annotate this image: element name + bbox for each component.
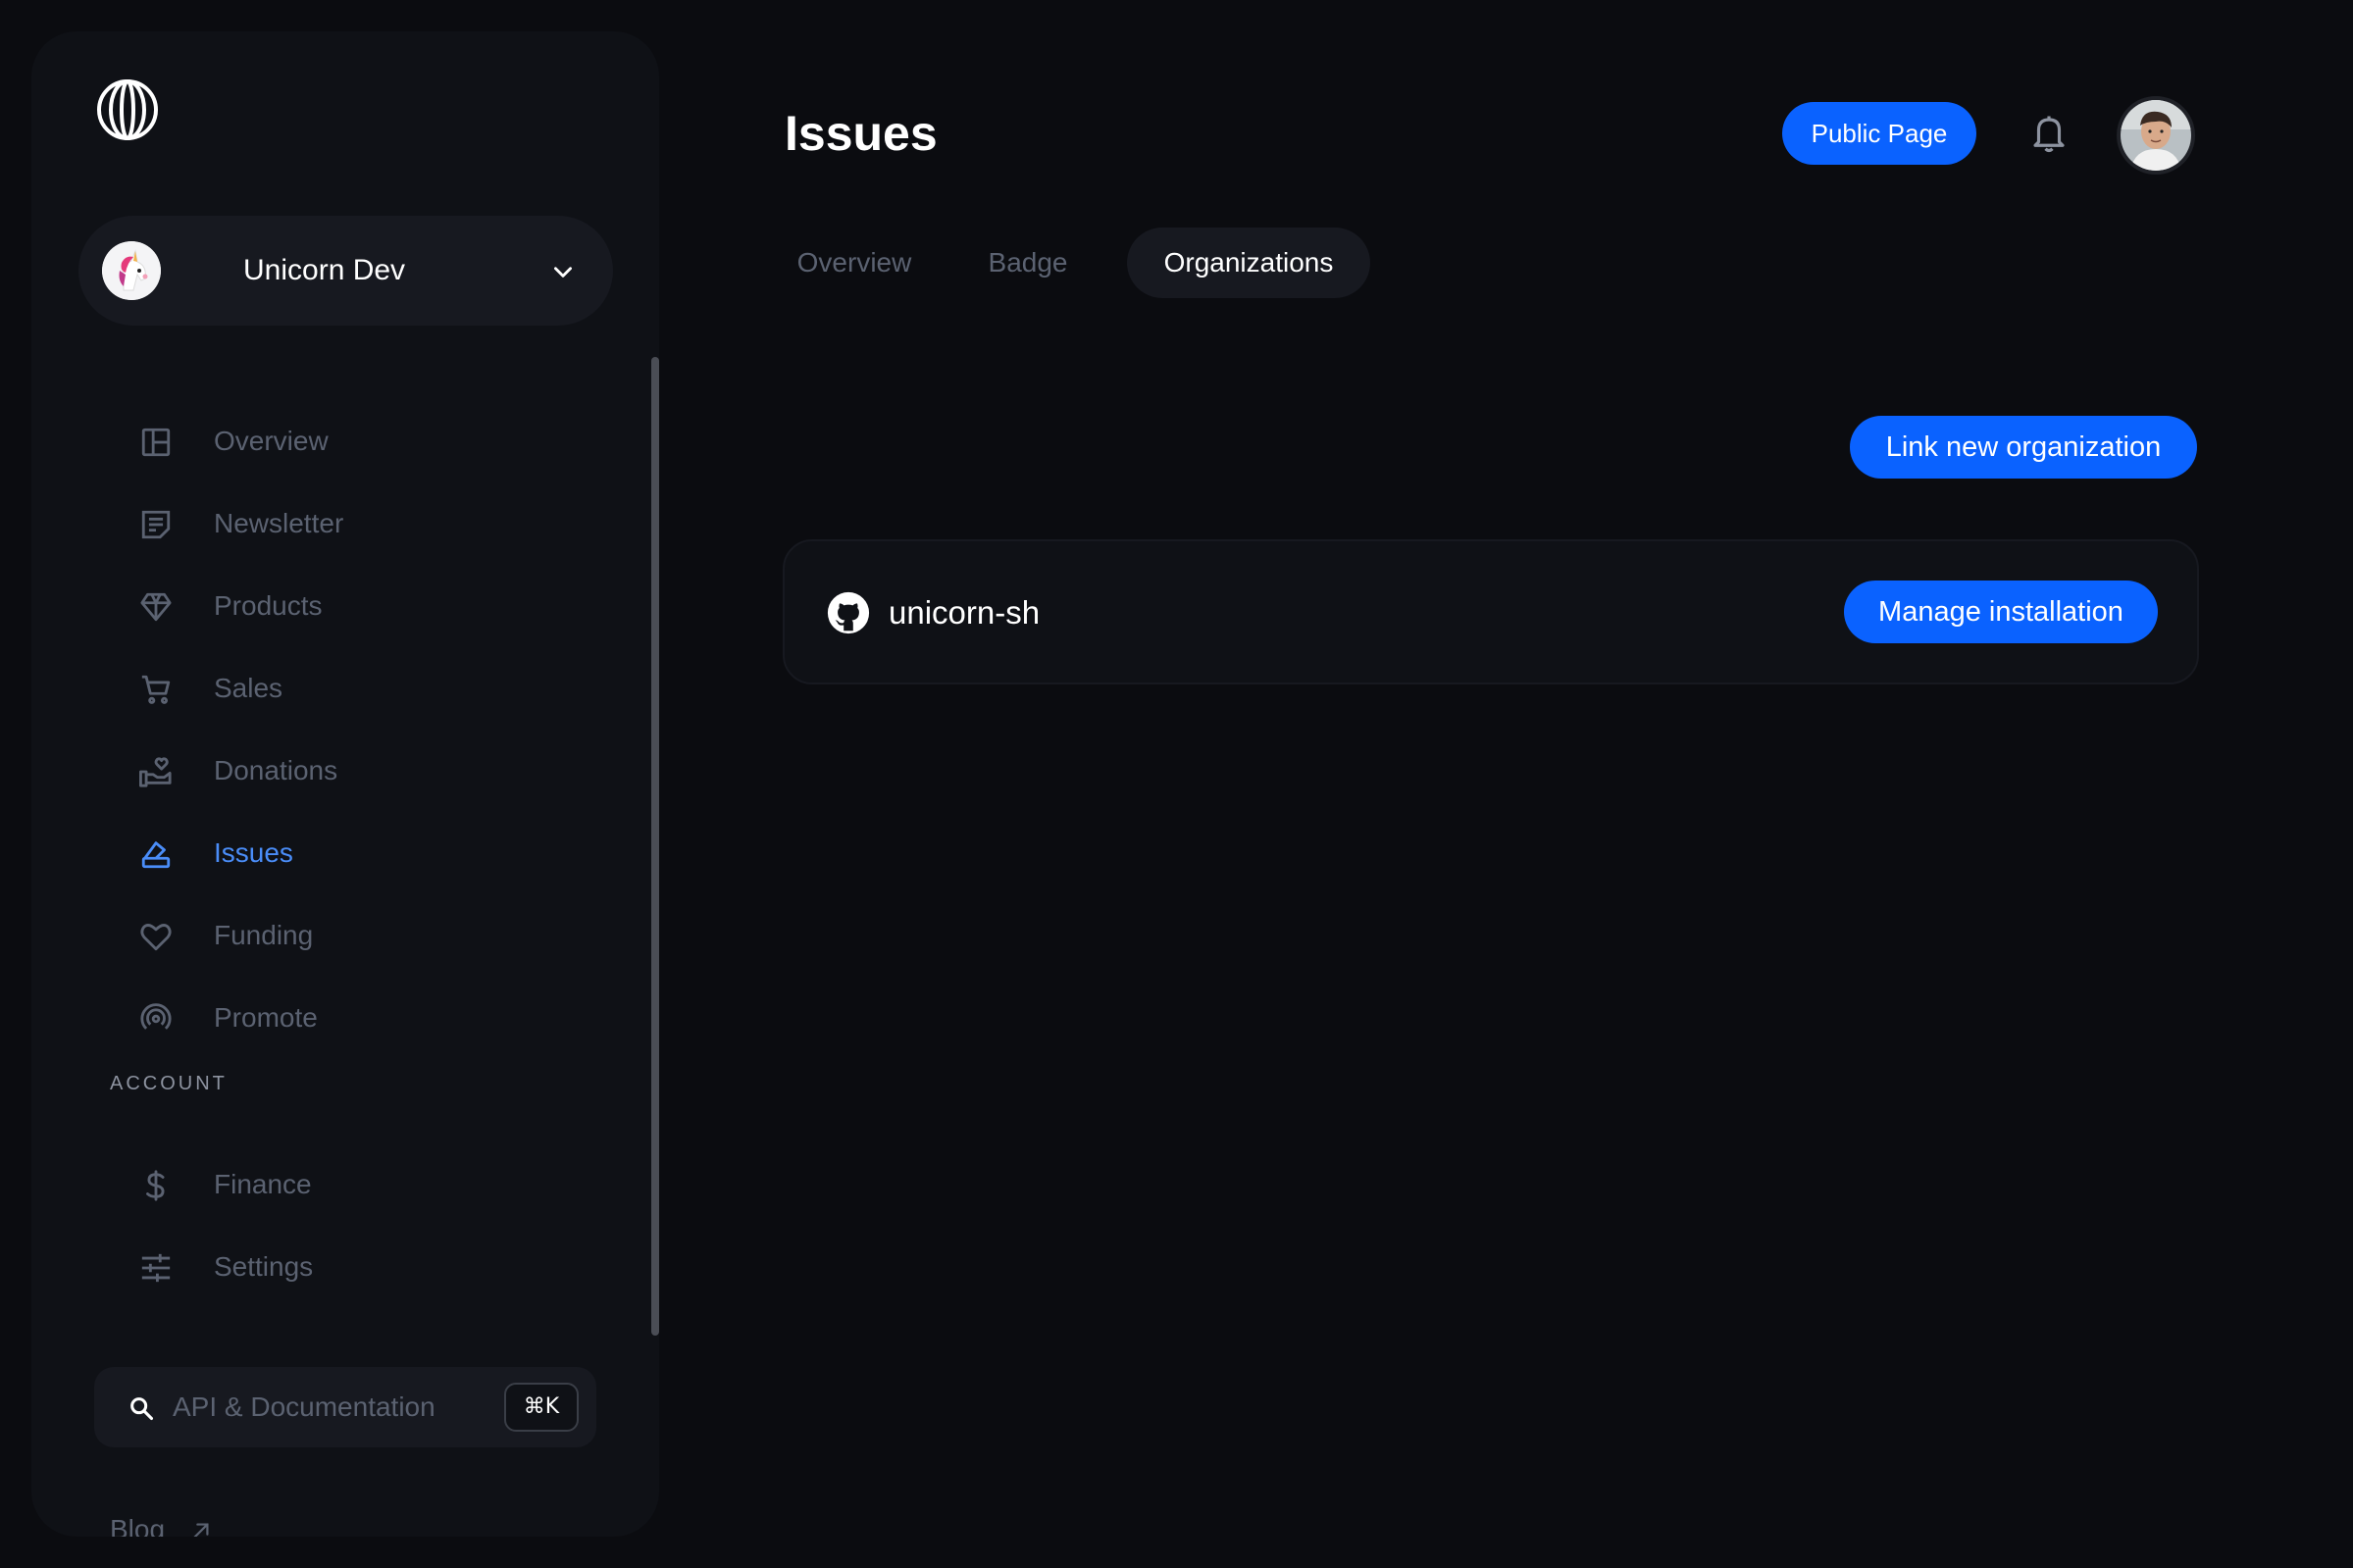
sidebar-item-label: Donations <box>214 755 338 785</box>
sidebar-item-label: Issues <box>214 837 293 868</box>
page-title: Issues <box>785 106 938 161</box>
bell-icon[interactable] <box>2028 112 2070 155</box>
sidebar-item-promote[interactable]: Promote <box>108 988 618 1047</box>
issues-icon <box>141 841 171 869</box>
blog-link[interactable]: Blog <box>110 1514 165 1537</box>
manage-installation-button[interactable]: Manage installation <box>1844 581 2158 643</box>
sidebar-item-sales[interactable]: Sales <box>108 659 618 718</box>
app-root: Unicorn Dev Overview Newsletter Products… <box>0 0 2353 1568</box>
account-section-label: ACCOUNT <box>110 1073 228 1094</box>
sidebar-item-products[interactable]: Products <box>108 577 618 635</box>
cart-icon <box>141 675 171 704</box>
diamond-icon <box>140 592 172 622</box>
organization-card: unicorn-sh Manage installation <box>783 539 2199 684</box>
org-avatar <box>102 241 161 300</box>
sidebar-item-label: Finance <box>214 1169 312 1199</box>
shortcut-badge: ⌘K <box>504 1383 579 1432</box>
sidebar-item-funding[interactable]: Funding <box>108 906 618 965</box>
public-page-button[interactable]: Public Page <box>1782 102 1976 165</box>
sidebar-item-issues[interactable]: Issues <box>108 824 618 883</box>
org-switcher[interactable]: Unicorn Dev <box>78 216 613 326</box>
broadcast-icon <box>140 1003 172 1030</box>
newsletter-icon <box>141 510 171 539</box>
sidebar: Unicorn Dev Overview Newsletter Products… <box>31 31 659 1537</box>
sidebar-item-newsletter[interactable]: Newsletter <box>108 494 618 553</box>
polar-logo-icon[interactable] <box>96 78 159 141</box>
external-link-icon <box>193 1523 209 1537</box>
docs-search[interactable]: API & Documentation ⌘K <box>94 1367 596 1447</box>
sidebar-item-donations[interactable]: Donations <box>108 741 618 800</box>
sidebar-item-label: Funding <box>214 920 314 950</box>
unicorn-icon <box>102 241 161 300</box>
sidebar-item-label: Products <box>214 590 323 621</box>
user-avatar[interactable] <box>2117 96 2195 175</box>
org-name: Unicorn Dev <box>243 254 406 286</box>
sidebar-item-label: Overview <box>214 426 329 456</box>
organization-name: unicorn-sh <box>889 594 1041 631</box>
sidebar-item-label: Promote <box>214 1002 318 1033</box>
tab-badge[interactable]: Badge <box>957 228 1099 298</box>
sidebar-item-label: Newsletter <box>214 508 344 538</box>
github-icon <box>827 591 870 634</box>
sidebar-item-overview[interactable]: Overview <box>108 412 618 471</box>
user-photo <box>2121 100 2191 171</box>
layout-icon <box>141 428 171 457</box>
link-new-organization-button[interactable]: Link new organization <box>1850 416 2197 479</box>
tab-overview[interactable]: Overview <box>765 228 944 298</box>
dollar-icon <box>146 1170 165 1201</box>
heart-icon <box>140 924 172 951</box>
chevron-down-icon <box>554 267 572 278</box>
sidebar-item-finance[interactable]: Finance <box>108 1155 618 1214</box>
search-icon <box>130 1397 154 1421</box>
tab-organizations[interactable]: Organizations <box>1127 228 1370 298</box>
sidebar-scrollbar[interactable] <box>651 357 659 1336</box>
hand-heart-icon <box>139 757 172 787</box>
search-placeholder: API & Documentation <box>173 1391 435 1422</box>
sliders-icon <box>141 1253 171 1283</box>
sidebar-item-label: Settings <box>214 1251 314 1282</box>
sidebar-item-settings[interactable]: Settings <box>108 1238 618 1296</box>
sidebar-item-label: Sales <box>214 673 283 703</box>
